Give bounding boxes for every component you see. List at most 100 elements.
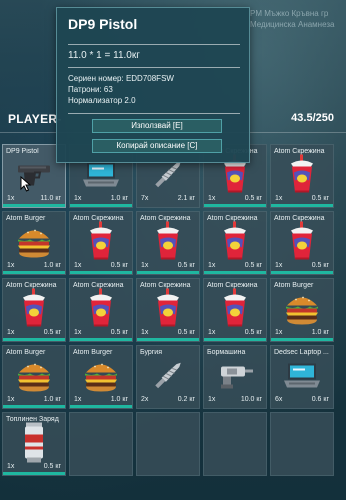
item-quantity: 1x	[141, 262, 149, 269]
item-quantity: 2x	[141, 396, 149, 403]
slush-cup-icon	[153, 221, 183, 267]
inventory-grid: DP9 Pistol 1x 11.0 кг 1x 1.0 кг 7x 2.1 кг Atom …	[2, 144, 336, 476]
item-weight: 1.0 кг	[43, 396, 61, 403]
item-name: Atom Скрежина	[207, 215, 258, 222]
item-weight: 11.0 кг	[40, 195, 61, 202]
item-weight: 0.5 кг	[244, 329, 262, 336]
durability-bar	[204, 271, 266, 274]
item-name: Atom Скрежина	[274, 215, 325, 222]
tooltip-weight-formula: 11.0 * 1 = 11.0кг	[68, 50, 140, 61]
item-quantity: 1x	[74, 195, 82, 202]
burger-icon	[16, 359, 52, 398]
inventory-slot[interactable]: Atom Burger 1x 1.0 кг	[2, 345, 66, 409]
item-name: Бормашина	[207, 349, 246, 356]
item-weight: 0.5 кг	[311, 262, 329, 269]
item-quantity: 1x	[208, 329, 216, 336]
item-quantity: 1x	[7, 329, 15, 336]
item-name: Atom Скрежина	[207, 282, 258, 289]
slush-cup-icon	[153, 288, 183, 334]
durability-bar	[137, 338, 199, 341]
item-weight: 2.1 кг	[177, 195, 195, 202]
item-weight: 0.5 кг	[244, 262, 262, 269]
item-quantity: 1x	[7, 262, 15, 269]
drill-bit-icon	[148, 361, 188, 396]
slush-cup-icon	[86, 221, 116, 267]
slush-cup-icon	[220, 221, 250, 267]
item-weight: 0.5 кг	[177, 262, 195, 269]
durability-bar	[3, 271, 65, 274]
inventory-title: PLAYER-	[8, 112, 62, 126]
item-name: Atom Скрежина	[140, 215, 191, 222]
item-weight: 1.0 кг	[110, 396, 128, 403]
drill-icon	[215, 361, 255, 396]
durability-bar	[3, 204, 65, 207]
inventory-slot[interactable]: Топлинен Заряд 1x 0.5 кг	[2, 412, 66, 476]
item-weight: 0.5 кг	[177, 329, 195, 336]
inventory-slot[interactable]: Бургия 2x 0.2 кг	[136, 345, 200, 409]
inventory-slot[interactable]	[69, 412, 133, 476]
copy-description-button[interactable]: Копирай описание [C]	[92, 139, 222, 153]
item-name: Atom Скрежина	[6, 282, 57, 289]
durability-bar	[271, 204, 333, 207]
item-name: Atom Burger	[73, 349, 113, 356]
background-line: Медицинска Анамнеза	[250, 20, 335, 29]
item-weight: 1.0 кг	[43, 262, 61, 269]
inventory-slot[interactable]: Atom Burger 1x 1.0 кг	[270, 278, 334, 342]
item-quantity: 1x	[208, 195, 216, 202]
item-name: Atom Burger	[6, 215, 46, 222]
inventory-slot[interactable]: Atom Скрежина 1x 0.5 кг	[203, 278, 267, 342]
inventory-slot[interactable]: Atom Скрежина 1x 0.5 кг	[2, 278, 66, 342]
item-quantity: 1x	[208, 396, 216, 403]
item-quantity: 1x	[74, 262, 82, 269]
tooltip-properties: Сериен номер: EDD708FSW Патрони: 63 Норм…	[68, 73, 174, 106]
inventory-slot[interactable]: Atom Скрежина 1x 0.5 кг	[136, 211, 200, 275]
slush-cup-icon	[86, 288, 116, 334]
inventory-slot[interactable]	[270, 412, 334, 476]
durability-bar	[3, 338, 65, 341]
inventory-slot[interactable]	[203, 412, 267, 476]
durability-bar	[204, 204, 266, 207]
durability-bar	[3, 405, 65, 408]
item-weight: 1.0 кг	[311, 329, 329, 336]
inventory-slot[interactable]: Dedsec Laptop ... 6x 0.6 кг	[270, 345, 334, 409]
inventory-slot[interactable]: Atom Скрежина 1x 0.5 кг	[270, 144, 334, 208]
item-quantity: 1x	[74, 396, 82, 403]
item-weight: 0.5 кг	[43, 329, 61, 336]
inventory-slot[interactable]	[136, 412, 200, 476]
item-name: Atom Скрежина	[73, 282, 124, 289]
item-weight: 0.5 кг	[110, 262, 128, 269]
inventory-slot[interactable]: Atom Burger 1x 1.0 кг	[69, 345, 133, 409]
item-quantity: 6x	[275, 396, 283, 403]
background-panel-text: PM Мъжко Кръвна гр Медицинска Анамнеза	[250, 8, 346, 30]
inventory-slot[interactable]: Atom Скрежина 1x 0.5 кг	[69, 278, 133, 342]
inventory-slot[interactable]: Atom Burger 1x 1.0 кг	[2, 211, 66, 275]
item-weight: 0.5 кг	[110, 329, 128, 336]
slush-cup-icon	[287, 221, 317, 267]
item-quantity: 1x	[275, 195, 283, 202]
item-name: Бургия	[140, 349, 163, 356]
inventory-slot[interactable]: Бормашина 1x 10.0 кг	[203, 345, 267, 409]
inventory-slot[interactable]: Atom Скрежина 1x 0.5 кг	[69, 211, 133, 275]
drill-bit-icon	[148, 160, 188, 195]
background-line: PM Мъжко Кръвна гр	[250, 9, 329, 18]
durability-bar	[70, 405, 132, 408]
laptop-icon	[282, 362, 322, 395]
inventory-slot[interactable]: Atom Скрежина 1x 0.5 кг	[270, 211, 334, 275]
inventory-slot[interactable]: Atom Скрежина 1x 0.5 кг	[203, 211, 267, 275]
inventory-weight: 43.5/250	[291, 112, 334, 124]
tooltip-divider	[68, 113, 240, 114]
slush-cup-icon	[220, 288, 250, 334]
item-name: Atom Скрежина	[274, 148, 325, 155]
item-weight: 0.6 кг	[311, 396, 329, 403]
mouse-cursor-icon	[20, 176, 32, 192]
item-weight: 10.0 кг	[240, 396, 262, 403]
inventory-slot[interactable]: Atom Скрежина 1x 0.5 кг	[136, 278, 200, 342]
burger-icon	[16, 225, 52, 264]
tooltip-attachment: Нормализатор 2.0	[68, 96, 136, 105]
durability-bar	[3, 472, 65, 475]
item-weight: 0.5 кг	[43, 463, 61, 470]
item-weight: 0.2 кг	[177, 396, 195, 403]
use-button[interactable]: Използвай [E]	[92, 119, 222, 133]
item-quantity: 1x	[7, 195, 15, 202]
item-quantity: 1x	[141, 329, 149, 336]
